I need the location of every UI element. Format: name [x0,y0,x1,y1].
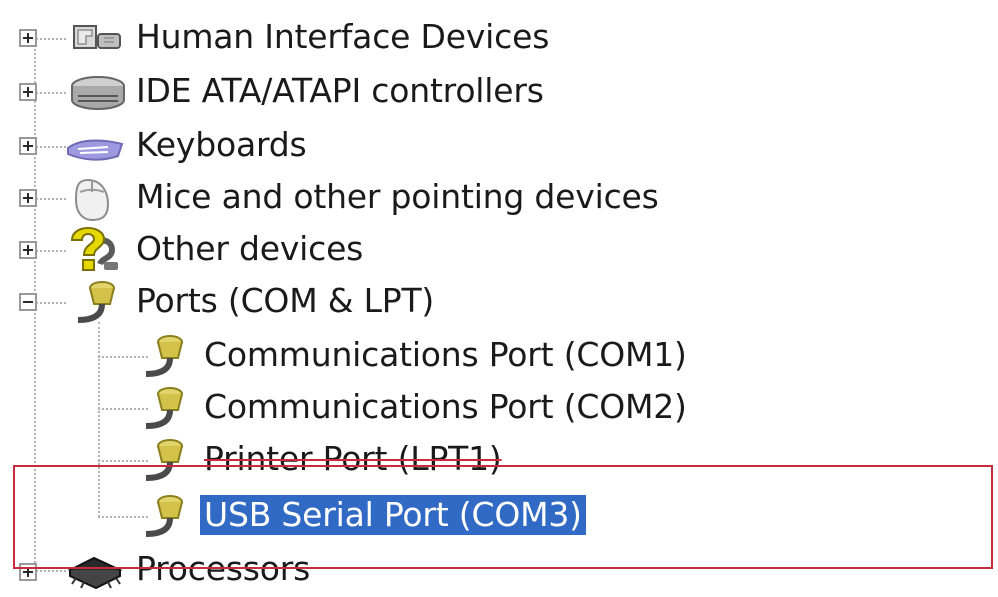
tree-item-label: USB Serial Port (COM3) [200,495,586,535]
tree-item-label: Other devices [136,229,364,268]
tree-item-com2[interactable]: Communications Port (COM2) [0,381,720,435]
mouse-icon [64,174,126,222]
expand-toggle[interactable] [19,241,37,259]
expand-toggle[interactable] [19,137,37,155]
hid-icon [64,14,126,62]
tree-item-label: Processors [136,549,311,588]
tree-item-human-interface-devices[interactable]: Human Interface Devices [0,11,600,65]
tree-item-usb-serial-port-com3[interactable]: USB Serial Port (COM3) [0,489,620,543]
tree-item-label: Human Interface Devices [136,17,550,56]
tree-item-label: Ports (COM & LPT) [136,281,435,320]
tree-item-com1[interactable]: Communications Port (COM1) [0,329,720,383]
expand-toggle[interactable] [19,563,37,581]
tree-item-lpt1[interactable]: Printer Port (LPT1) [0,433,560,487]
tree-item-mice[interactable]: Mice and other pointing devices [0,171,720,225]
tree-item-label: IDE ATA/ATAPI controllers [136,71,544,110]
tree-item-other-devices[interactable]: Other devices [0,223,420,277]
port-icon [64,278,126,326]
tree-item-label: Printer Port (LPT1) [204,439,502,478]
collapse-toggle[interactable] [19,293,37,311]
expand-toggle[interactable] [19,29,37,47]
port-icon [132,436,194,484]
device-manager-tree[interactable]: Human Interface Devices IDE ATA/ATAPI co… [0,0,998,593]
port-icon [132,384,194,432]
tree-item-processors[interactable]: Processors [0,543,400,597]
processor-icon [64,546,126,594]
port-icon [132,332,194,380]
tree-item-label: Communications Port (COM2) [204,387,687,426]
tree-item-ports[interactable]: Ports (COM & LPT) [0,275,500,329]
keyboard-icon [64,122,126,170]
tree-item-label: Communications Port (COM1) [204,335,687,374]
expand-toggle[interactable] [19,83,37,101]
tree-item-label: Keyboards [136,125,307,164]
tree-item-ide-ata-atapi-controllers[interactable]: IDE ATA/ATAPI controllers [0,65,620,119]
ide-controller-icon [64,68,126,116]
tree-item-label: Mice and other pointing devices [136,177,659,216]
expand-toggle[interactable] [19,189,37,207]
port-icon [132,492,194,540]
unknown-device-icon [64,226,126,274]
tree-item-keyboards[interactable]: Keyboards [0,119,360,173]
